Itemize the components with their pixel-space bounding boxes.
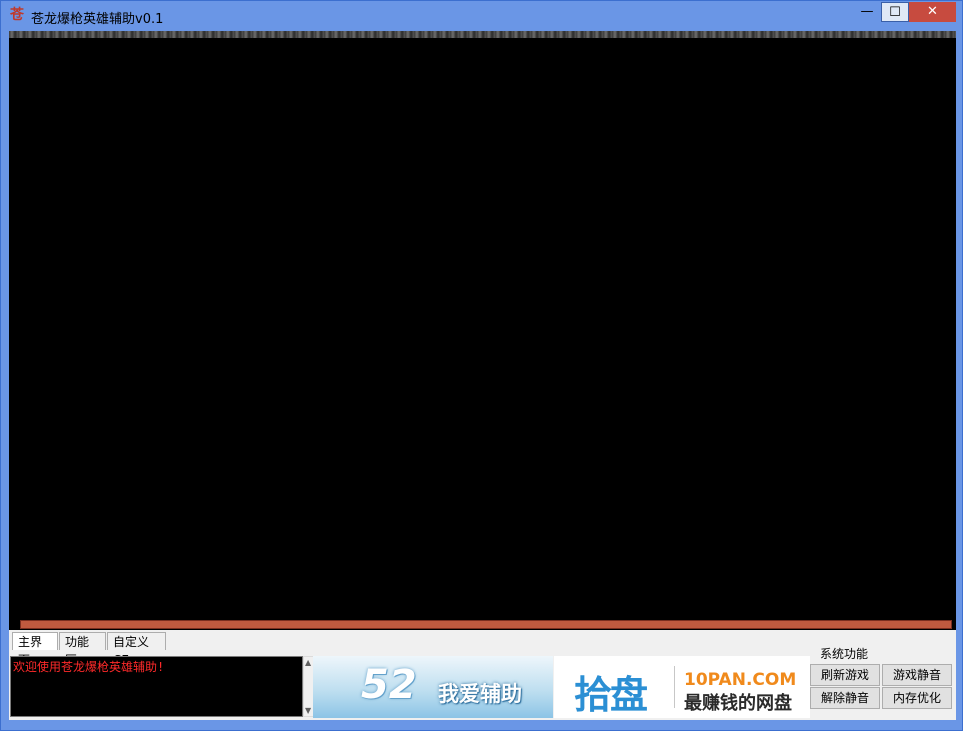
loading-progress-bar xyxy=(20,620,952,629)
title-bar[interactable]: 苍 苍龙爆枪英雄辅助v0.1 — ☐ ✕ xyxy=(1,1,962,30)
system-group-label: 系统功能 xyxy=(819,645,870,662)
app-icon: 苍 xyxy=(10,7,24,23)
tab-custom-ce[interactable]: 自定义CE xyxy=(107,632,166,667)
ad-banner-52[interactable]: 52 我爱辅助 xyxy=(313,656,553,718)
ad-52-text: 我爱辅助 xyxy=(438,682,522,706)
scroll-up-icon[interactable]: ▲ xyxy=(305,658,311,667)
minimize-button[interactable]: — xyxy=(853,2,881,22)
ad-52-number: 52 xyxy=(361,662,417,708)
bottom-panel: 主界面 功能区 自定义CE 欢迎使用苍龙爆枪英雄辅助! ▲ ▼ 52 我爱辅助 … xyxy=(9,630,956,720)
refresh-game-button[interactable]: 刷新游戏 xyxy=(810,664,880,686)
maximize-button[interactable]: ☐ xyxy=(881,2,909,22)
ad-10pan-slogan: 最赚钱的网盘 xyxy=(684,693,792,714)
log-output[interactable]: 欢迎使用苍龙爆枪英雄辅助! xyxy=(10,656,303,717)
memory-optimize-button[interactable]: 内存优化 xyxy=(882,687,952,709)
close-button[interactable]: ✕ xyxy=(909,2,956,22)
game-viewport[interactable] xyxy=(9,31,956,630)
ad-divider xyxy=(674,666,675,708)
game-top-strip xyxy=(9,31,956,38)
app-window: 苍 苍龙爆枪英雄辅助v0.1 — ☐ ✕ 主界面 功能区 自定义CE 欢迎使用苍… xyxy=(0,0,963,731)
scroll-down-icon[interactable]: ▼ xyxy=(305,706,311,715)
loading-progress-fill xyxy=(21,621,951,628)
log-message: 欢迎使用苍龙爆枪英雄辅助! xyxy=(13,660,165,674)
ad-10pan-logo: 拾盘 xyxy=(574,673,648,717)
mute-game-button[interactable]: 游戏静音 xyxy=(882,664,952,686)
unmute-button[interactable]: 解除静音 xyxy=(810,687,880,709)
tab-main[interactable]: 主界面 xyxy=(12,632,58,667)
ad-banner-10pan[interactable]: 拾盘 10PAN.COM 最赚钱的网盘 xyxy=(554,656,810,718)
ad-10pan-domain: 10PAN.COM xyxy=(684,670,797,690)
window-title: 苍龙爆枪英雄辅助v0.1 xyxy=(31,12,164,27)
system-functions-group: 系统功能 刷新游戏 游戏静音 解除静音 内存优化 xyxy=(810,643,956,720)
tab-functions[interactable]: 功能区 xyxy=(59,632,106,667)
